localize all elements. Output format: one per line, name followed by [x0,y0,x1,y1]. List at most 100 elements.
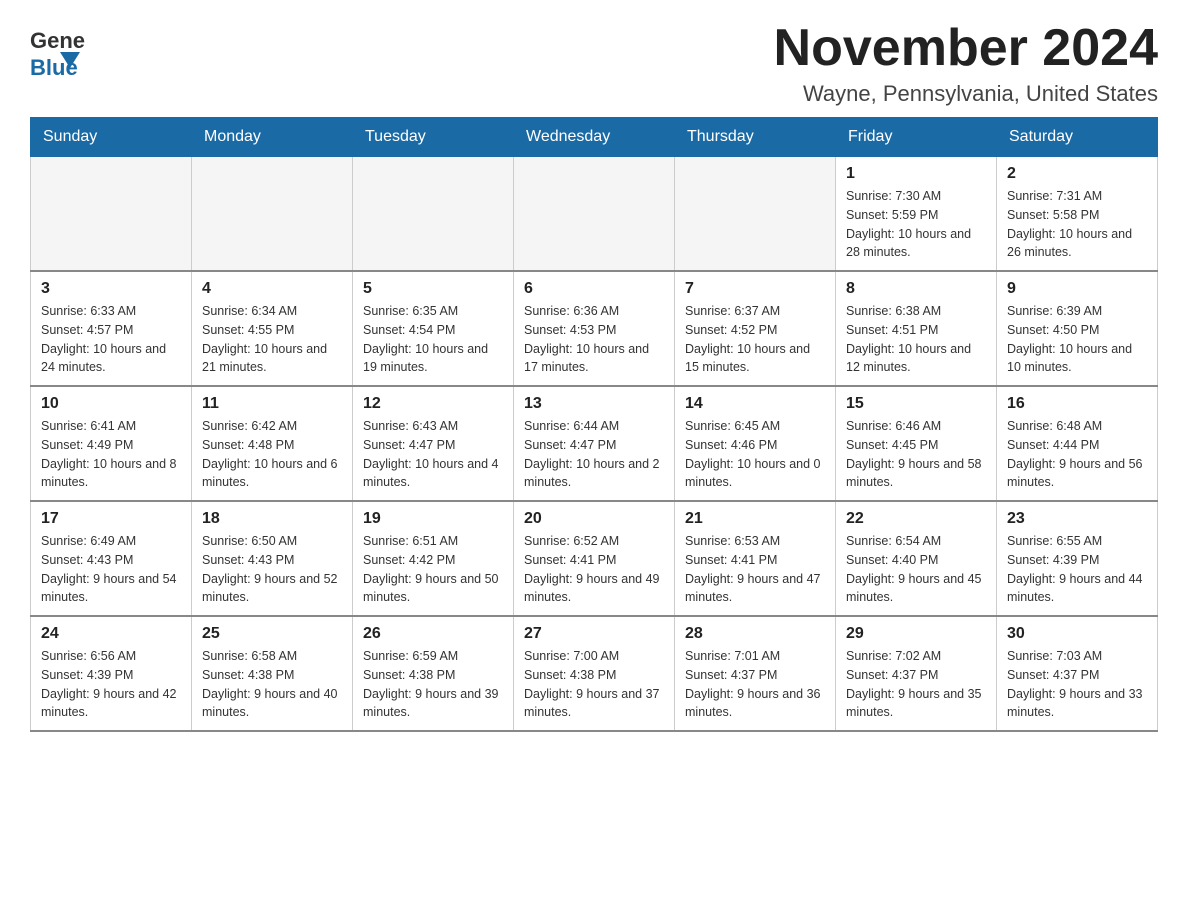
day-number: 20 [524,510,664,528]
calendar-cell: 9Sunrise: 6:39 AMSunset: 4:50 PMDaylight… [997,271,1158,386]
logo-image: General Blue [30,20,85,85]
day-number: 7 [685,280,825,298]
day-info: Sunrise: 7:00 AMSunset: 4:38 PMDaylight:… [524,647,664,722]
day-number: 3 [41,280,181,298]
day-info: Sunrise: 6:44 AMSunset: 4:47 PMDaylight:… [524,417,664,492]
calendar-cell [31,157,192,272]
day-info: Sunrise: 7:03 AMSunset: 4:37 PMDaylight:… [1007,647,1147,722]
calendar-cell: 4 Sunrise: 6:34 AMSunset: 4:55 PMDaylight… [192,271,353,386]
day-info: Sunrise: 6:36 AMSunset: 4:53 PMDaylight:… [524,302,664,377]
day-number: 17 [41,510,181,528]
day-number: 8 [846,280,986,298]
day-info: Sunrise: 6:53 AMSunset: 4:41 PMDaylight:… [685,532,825,607]
day-info: Sunrise: 6:37 AMSunset: 4:52 PMDaylight:… [685,302,825,377]
day-number: 27 [524,625,664,643]
svg-text:Blue: Blue [30,55,78,80]
calendar-cell: 14 Sunrise: 6:45 AMSunset: 4:46 PMDayligh… [675,386,836,501]
calendar-cell [192,157,353,272]
calendar-cell: 12 Sunrise: 6:43 AMSunset: 4:47 PMDayligh… [353,386,514,501]
day-number: 22 [846,510,986,528]
day-info: Sunrise: 6:45 AMSunset: 4:46 PMDaylight:… [685,417,825,492]
calendar-cell: 10Sunrise: 6:41 AMSunset: 4:49 PMDayligh… [31,386,192,501]
calendar-cell: 19 Sunrise: 6:51 AMSunset: 4:42 PMDayligh… [353,501,514,616]
calendar-cell: 16 Sunrise: 6:48 AMSunset: 4:44 PMDayligh… [997,386,1158,501]
calendar-week-row: 24 Sunrise: 6:56 AMSunset: 4:39 PMDayligh… [31,616,1158,731]
day-number: 1 [846,165,986,183]
day-number: 14 [685,395,825,413]
calendar-cell: 15 Sunrise: 6:46 AMSunset: 4:45 PMDayligh… [836,386,997,501]
day-info: Sunrise: 6:41 AMSunset: 4:49 PMDaylight:… [41,417,181,492]
calendar-cell: 6 Sunrise: 6:36 AMSunset: 4:53 PMDaylight… [514,271,675,386]
day-info: Sunrise: 7:02 AMSunset: 4:37 PMDaylight:… [846,647,986,722]
calendar-week-row: 17 Sunrise: 6:49 AMSunset: 4:43 PMDayligh… [31,501,1158,616]
day-number: 18 [202,510,342,528]
day-number: 29 [846,625,986,643]
day-info: Sunrise: 7:31 AMSunset: 5:58 PMDaylight:… [1007,187,1147,262]
day-info: Sunrise: 6:39 AMSunset: 4:50 PMDaylight:… [1007,302,1147,377]
day-info: Sunrise: 6:51 AMSunset: 4:42 PMDaylight:… [363,532,503,607]
day-info: Sunrise: 6:42 AMSunset: 4:48 PMDaylight:… [202,417,342,492]
calendar-cell [675,157,836,272]
day-info: Sunrise: 6:48 AMSunset: 4:44 PMDaylight:… [1007,417,1147,492]
day-header-wednesday: Wednesday [514,118,675,157]
day-number: 12 [363,395,503,413]
day-info: Sunrise: 7:30 AMSunset: 5:59 PMDaylight:… [846,187,986,262]
calendar-cell: 27 Sunrise: 7:00 AMSunset: 4:38 PMDayligh… [514,616,675,731]
day-number: 24 [41,625,181,643]
logo: General Blue [30,20,85,85]
day-number: 11 [202,395,342,413]
calendar-cell: 23Sunrise: 6:55 AMSunset: 4:39 PMDayligh… [997,501,1158,616]
day-info: Sunrise: 6:54 AMSunset: 4:40 PMDaylight:… [846,532,986,607]
day-header-monday: Monday [192,118,353,157]
day-number: 6 [524,280,664,298]
calendar-cell: 17 Sunrise: 6:49 AMSunset: 4:43 PMDayligh… [31,501,192,616]
calendar-cell: 25 Sunrise: 6:58 AMSunset: 4:38 PMDayligh… [192,616,353,731]
day-info: Sunrise: 6:38 AMSunset: 4:51 PMDaylight:… [846,302,986,377]
day-header-tuesday: Tuesday [353,118,514,157]
day-number: 16 [1007,395,1147,413]
calendar-cell: 28 Sunrise: 7:01 AMSunset: 4:37 PMDayligh… [675,616,836,731]
day-info: Sunrise: 6:43 AMSunset: 4:47 PMDaylight:… [363,417,503,492]
day-info: Sunrise: 6:58 AMSunset: 4:38 PMDaylight:… [202,647,342,722]
calendar-cell: 29 Sunrise: 7:02 AMSunset: 4:37 PMDayligh… [836,616,997,731]
day-number: 21 [685,510,825,528]
day-number: 13 [524,395,664,413]
day-number: 19 [363,510,503,528]
day-info: Sunrise: 6:35 AMSunset: 4:54 PMDaylight:… [363,302,503,377]
location-title: Wayne, Pennsylvania, United States [774,81,1158,107]
calendar-cell: 7 Sunrise: 6:37 AMSunset: 4:52 PMDaylight… [675,271,836,386]
day-number: 28 [685,625,825,643]
day-info: Sunrise: 7:01 AMSunset: 4:37 PMDaylight:… [685,647,825,722]
day-number: 15 [846,395,986,413]
calendar-cell: 11 Sunrise: 6:42 AMSunset: 4:48 PMDayligh… [192,386,353,501]
day-info: Sunrise: 6:49 AMSunset: 4:43 PMDaylight:… [41,532,181,607]
day-info: Sunrise: 6:50 AMSunset: 4:43 PMDaylight:… [202,532,342,607]
day-header-saturday: Saturday [997,118,1158,157]
day-number: 25 [202,625,342,643]
day-info: Sunrise: 6:59 AMSunset: 4:38 PMDaylight:… [363,647,503,722]
day-number: 4 [202,280,342,298]
calendar-cell: 3Sunrise: 6:33 AMSunset: 4:57 PMDaylight… [31,271,192,386]
calendar-cell: 26Sunrise: 6:59 AMSunset: 4:38 PMDayligh… [353,616,514,731]
calendar-cell: 5 Sunrise: 6:35 AMSunset: 4:54 PMDaylight… [353,271,514,386]
calendar-week-row: 10Sunrise: 6:41 AMSunset: 4:49 PMDayligh… [31,386,1158,501]
calendar-cell: 20Sunrise: 6:52 AMSunset: 4:41 PMDayligh… [514,501,675,616]
month-title: November 2024 [774,20,1158,77]
calendar-header-row: SundayMondayTuesdayWednesdayThursdayFrid… [31,118,1158,157]
day-info: Sunrise: 6:34 AMSunset: 4:55 PMDaylight:… [202,302,342,377]
day-header-thursday: Thursday [675,118,836,157]
day-number: 5 [363,280,503,298]
calendar-cell [353,157,514,272]
calendar-cell: 2 Sunrise: 7:31 AMSunset: 5:58 PMDaylight… [997,157,1158,272]
day-info: Sunrise: 6:46 AMSunset: 4:45 PMDaylight:… [846,417,986,492]
calendar-cell: 24 Sunrise: 6:56 AMSunset: 4:39 PMDayligh… [31,616,192,731]
day-info: Sunrise: 6:56 AMSunset: 4:39 PMDaylight:… [41,647,181,722]
day-header-friday: Friday [836,118,997,157]
calendar-table: SundayMondayTuesdayWednesdayThursdayFrid… [30,117,1158,732]
day-number: 2 [1007,165,1147,183]
page-header: General Blue November 2024 Wayne, Pennsy… [30,20,1158,107]
calendar-cell: 1 Sunrise: 7:30 AMSunset: 5:59 PMDaylight… [836,157,997,272]
calendar-cell: 8 Sunrise: 6:38 AMSunset: 4:51 PMDaylight… [836,271,997,386]
svg-text:General: General [30,28,85,53]
calendar-week-row: 1 Sunrise: 7:30 AMSunset: 5:59 PMDaylight… [31,157,1158,272]
